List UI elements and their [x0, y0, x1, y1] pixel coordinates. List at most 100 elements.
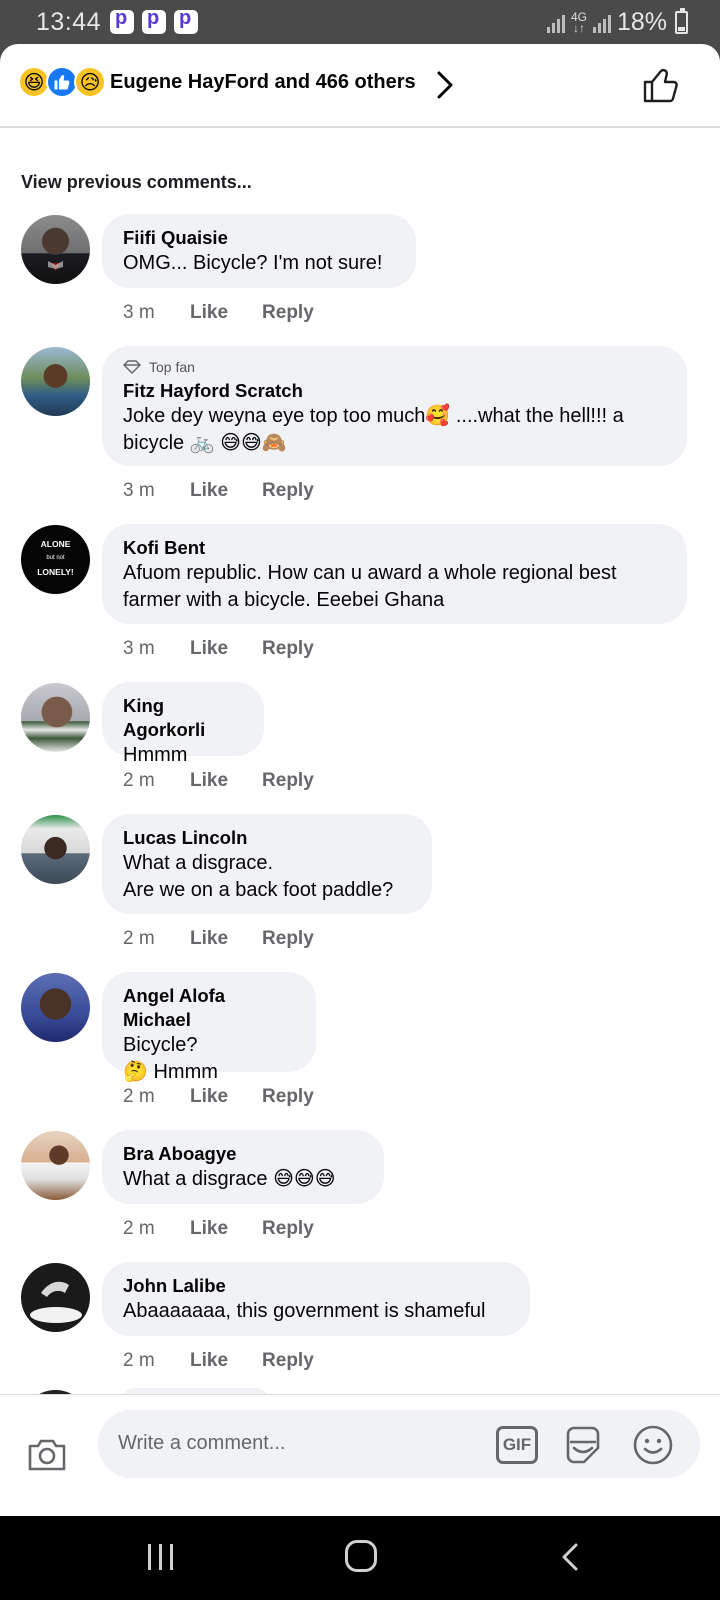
- comment-text-line: Bicycle?: [123, 1034, 198, 1056]
- reply-button[interactable]: Reply: [262, 638, 314, 660]
- commenter-name[interactable]: King Agorkorli: [123, 694, 244, 742]
- comment-input[interactable]: Write a comment... GIF: [98, 1410, 700, 1478]
- avatar[interactable]: [21, 683, 90, 752]
- comment-bubble[interactable]: King Agorkorli Hmmm: [102, 682, 264, 766]
- avatar-text: ALONE: [40, 539, 71, 549]
- comment-text: Joke dey weyna eye top too much🥰 ....wha…: [123, 405, 624, 454]
- view-previous-comments-link[interactable]: View previous comments...: [21, 172, 252, 193]
- reactions-summary[interactable]: Eugene HayFord and 466 others: [110, 71, 416, 94]
- comment-actions: 2 m Like Reply: [123, 770, 348, 792]
- comment-text: What a disgrace 😅😅😅: [123, 1168, 336, 1190]
- comment-text: OMG... Bicycle? I'm not sure!: [123, 252, 383, 274]
- reaction-emojis: 😆 😥: [18, 66, 106, 98]
- avatar-text: LONELY!: [37, 567, 74, 577]
- commenter-name[interactable]: Lucas Lincoln: [123, 826, 412, 850]
- chevron-right-icon[interactable]: [432, 70, 458, 100]
- top-fan-label: Top fan: [149, 359, 195, 375]
- reply-button[interactable]: Reply: [262, 302, 314, 324]
- comment-bubble[interactable]: John Lalibe Abaaaaaaa, this government i…: [102, 1262, 530, 1336]
- status-indicators: 4G ↓↑ 18%: [546, 8, 688, 37]
- comment-bubble[interactable]: Fiifi Quaisie OMG... Bicycle? I'm not su…: [102, 214, 416, 288]
- comment-bubble[interactable]: Top fan Fitz Hayford Scratch Joke dey we…: [102, 346, 687, 466]
- like-thumb-icon[interactable]: [642, 66, 680, 104]
- avatar[interactable]: ALONE but not LONELY!: [21, 525, 90, 594]
- commenter-name[interactable]: John Lalibe: [123, 1274, 510, 1298]
- comment-text: Abaaaaaaa, this government is shameful: [123, 1300, 486, 1322]
- like-button[interactable]: Like: [190, 480, 228, 502]
- comment-text-line: 🤔 Hmmm: [123, 1061, 218, 1083]
- sad-reaction-icon: 😥: [74, 66, 106, 98]
- p-app-icon: [174, 7, 198, 34]
- recent-apps-icon[interactable]: [148, 1544, 173, 1570]
- like-button[interactable]: Like: [190, 928, 228, 950]
- network-type: 4G ↓↑: [570, 9, 587, 35]
- comment-bubble[interactable]: Lucas Lincoln What a disgrace. Are we on…: [102, 814, 432, 914]
- comments-sheet: 😆 😥 Eugene HayFord and 466 others View p…: [0, 44, 720, 1516]
- signal-icon: [592, 13, 611, 33]
- emoji-icon[interactable]: [632, 1424, 674, 1466]
- status-bar: 13:44 4G↓↑ 18%: [0, 0, 720, 44]
- comment-composer: Write a comment... GIF: [0, 1394, 720, 1516]
- comment-text-line: What a disgrace.: [123, 852, 274, 874]
- comment-bubble[interactable]: Kofi Bent Afuom republic. How can u awar…: [102, 524, 687, 624]
- comment-bubble[interactable]: Angel Alofa Michael Bicycle? 🤔 Hmmm: [102, 972, 316, 1083]
- avatar[interactable]: [21, 1131, 90, 1200]
- comment-time: 3 m: [123, 480, 155, 501]
- back-icon[interactable]: [556, 1542, 586, 1572]
- comment-time: 2 m: [123, 770, 155, 791]
- commenter-name[interactable]: Bra Aboagye: [123, 1142, 364, 1166]
- reply-button[interactable]: Reply: [262, 480, 314, 502]
- comment-actions: 2 m Like Reply: [123, 1086, 348, 1108]
- reply-button[interactable]: Reply: [262, 1218, 314, 1240]
- reactions-header[interactable]: 😆 😥 Eugene HayFord and 466 others: [0, 44, 720, 128]
- comment-time: 2 m: [123, 1086, 155, 1107]
- p-app-icon: [110, 7, 134, 34]
- reply-button[interactable]: Reply: [262, 770, 314, 792]
- comment-actions: 2 m Like Reply: [123, 1350, 348, 1372]
- avatar[interactable]: [21, 347, 90, 416]
- gif-icon[interactable]: GIF: [496, 1426, 538, 1464]
- commenter-name[interactable]: Fitz Hayford Scratch: [123, 379, 667, 403]
- comment-actions: 3 m Like Reply: [123, 638, 348, 660]
- commenter-name[interactable]: Fiifi Quaisie: [123, 226, 396, 250]
- avatar[interactable]: [21, 815, 90, 884]
- comment-bubble[interactable]: Bra Aboagye What a disgrace 😅😅😅: [102, 1130, 384, 1204]
- like-button[interactable]: Like: [190, 302, 228, 324]
- comment-input-placeholder: Write a comment...: [118, 1432, 286, 1454]
- comment-actions: 2 m Like Reply: [123, 1218, 348, 1240]
- commenter-name[interactable]: Angel Alofa Michael: [123, 984, 296, 1032]
- diamond-icon: [123, 360, 141, 374]
- reply-button[interactable]: Reply: [262, 928, 314, 950]
- notification-icons: [110, 7, 198, 34]
- comment-time: 3 m: [123, 638, 155, 659]
- like-button[interactable]: Like: [190, 770, 228, 792]
- system-nav-bar: [0, 1516, 720, 1600]
- like-button[interactable]: Like: [190, 1218, 228, 1240]
- avatar[interactable]: [21, 215, 90, 284]
- top-fan-badge: Top fan: [123, 358, 667, 376]
- reply-button[interactable]: Reply: [262, 1350, 314, 1372]
- reply-button[interactable]: Reply: [262, 1086, 314, 1108]
- comment-time: 3 m: [123, 302, 155, 323]
- comment-text: Afuom republic. How can u award a whole …: [123, 562, 617, 611]
- like-button[interactable]: Like: [190, 1350, 228, 1372]
- battery-icon: [675, 8, 688, 34]
- avatar[interactable]: [21, 973, 90, 1042]
- comment-time: 2 m: [123, 1350, 155, 1371]
- comment-actions: 3 m Like Reply: [123, 302, 348, 324]
- comment-text-line: Are we on a back foot paddle?: [123, 879, 394, 901]
- status-time: 13:44: [36, 8, 102, 36]
- comment-time: 2 m: [123, 1218, 155, 1239]
- camera-icon[interactable]: [26, 1435, 68, 1473]
- comment-text: Hmmm: [123, 744, 188, 766]
- signal-icon: [546, 13, 565, 33]
- like-button[interactable]: Like: [190, 638, 228, 660]
- p-app-icon: [142, 7, 166, 34]
- home-icon[interactable]: [345, 1540, 377, 1572]
- commenter-name[interactable]: Kofi Bent: [123, 536, 667, 560]
- sticker-icon[interactable]: [562, 1424, 604, 1466]
- like-button[interactable]: Like: [190, 1086, 228, 1108]
- battery-percent: 18%: [616, 8, 667, 36]
- avatar[interactable]: [21, 1263, 90, 1332]
- comment-actions: 3 m Like Reply: [123, 480, 348, 502]
